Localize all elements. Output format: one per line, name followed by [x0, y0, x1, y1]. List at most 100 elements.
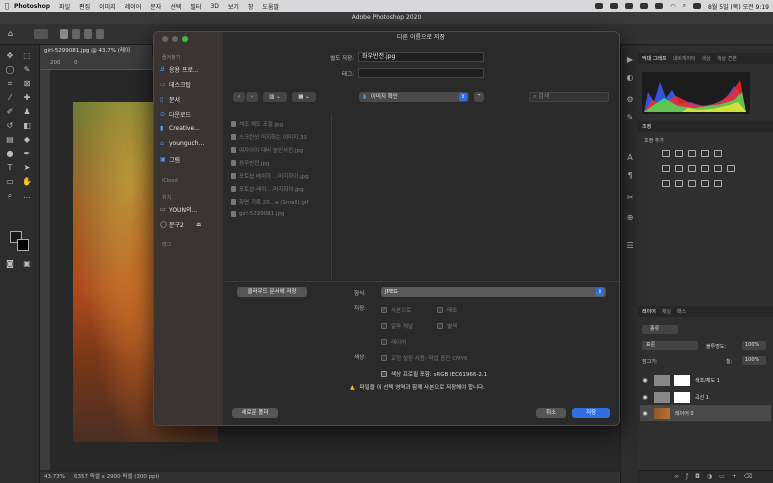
group-icon[interactable]: ▭ [719, 473, 732, 480]
dodge-tool-icon[interactable]: ● [4, 149, 16, 159]
sidebar-item-pictures[interactable]: ▣ 그림 [160, 155, 180, 164]
blur-tool-icon[interactable]: ◆ [21, 135, 33, 145]
document-tab[interactable]: girl-5299081.jpg @ 43.7% (레이 [40, 45, 152, 57]
spot-colors-checkbox[interactable]: 별색 [437, 322, 457, 330]
adjustment-layer-icon[interactable]: ◑ [707, 473, 719, 480]
crop-tool-icon[interactable]: ⌗ [4, 79, 16, 89]
eye-icon[interactable]: ◉ [640, 394, 650, 401]
sidebar-item-creative[interactable]: ▮ Creative... [160, 125, 200, 132]
layers-checkbox[interactable]: 레이어 [381, 338, 406, 346]
tools-preset-icon[interactable]: ✂ [624, 193, 636, 203]
layer-row-selected[interactable]: ◉ 레이어 0 [640, 405, 771, 421]
tab-adjustments[interactable]: 조정 [642, 123, 651, 130]
tags-field[interactable] [358, 68, 484, 78]
tool-preset-picker[interactable] [34, 29, 48, 39]
menu-window[interactable]: 창 [248, 2, 254, 11]
menu-layer[interactable]: 레이어 [125, 2, 142, 11]
fx-icon[interactable]: ƒ [686, 473, 695, 480]
embed-icc-checkbox[interactable]: 색상 프로필 포함: sRGB IEC61966-2.1 [381, 370, 487, 378]
paragraph-panel-icon[interactable]: ¶ [624, 171, 636, 181]
status-icon[interactable] [595, 3, 604, 9]
selective-color-icon[interactable] [714, 180, 722, 187]
sidebar-item-desktop[interactable]: ▭ 데스크탑 [160, 80, 191, 89]
background-color-swatch[interactable] [17, 239, 29, 251]
menu-filter[interactable]: 필터 [190, 2, 201, 11]
file-item[interactable]: 화면 기록 20...ə (Small).gif [231, 198, 308, 206]
pen-tool-icon[interactable]: ✒ [21, 149, 33, 159]
tab-navigator[interactable]: 내비게이터 [673, 55, 696, 62]
frame-tool-icon[interactable]: ⊠ [21, 79, 33, 89]
zoom-tool-icon[interactable]: ⌕ [4, 191, 16, 201]
properties-panel-icon[interactable]: ⚙ [624, 95, 636, 105]
format-select[interactable]: JPEG ⇕ [381, 287, 606, 297]
menu-image[interactable]: 이미지 [99, 2, 116, 11]
menu-select[interactable]: 선택 [170, 2, 181, 11]
history-panel-icon[interactable]: ▶ [624, 55, 636, 65]
libraries-panel-icon[interactable]: ☰ [624, 241, 636, 251]
quick-select-tool-icon[interactable]: ✎ [21, 65, 33, 75]
save-button[interactable]: 저장 [572, 408, 610, 418]
more-tools-icon[interactable]: … [21, 191, 33, 201]
healing-tool-icon[interactable]: ✚ [21, 93, 33, 103]
quick-mask-icon[interactable]: ◙ [4, 259, 16, 269]
blend-mode-select[interactable]: 표준 [642, 341, 698, 350]
forward-button[interactable]: › [246, 92, 258, 102]
tab-color[interactable]: 색상 [702, 55, 711, 62]
trash-icon[interactable]: ⌫ [744, 473, 759, 480]
menu-type[interactable]: 문자 [150, 2, 161, 11]
gradient-tool-icon[interactable]: ▤ [4, 135, 16, 145]
battery-icon[interactable] [655, 3, 664, 9]
search-field[interactable]: ⌕ 검색 [529, 92, 609, 102]
history-brush-tool-icon[interactable]: ↺ [4, 121, 16, 131]
save-to-cloud-button[interactable]: 클라우드 문서에 저장 [237, 287, 307, 297]
hand-tool-icon[interactable]: ✋ [21, 177, 33, 187]
close-window-button[interactable] [162, 36, 168, 42]
alpha-channels-checkbox[interactable]: 알파 채널 [381, 322, 413, 330]
new-selection-icon[interactable] [60, 29, 68, 39]
view-columns-button[interactable]: ▥ ⌄ [263, 92, 287, 102]
posterize-icon[interactable] [675, 180, 683, 187]
tab-channels[interactable]: 채널 [662, 308, 671, 315]
layer-row[interactable]: ◉ 색조/채도 1 [640, 372, 771, 388]
vibrance-icon[interactable] [714, 150, 722, 157]
tab-paths[interactable]: 패스 [677, 308, 686, 315]
clock[interactable]: 8월 5일 (목) 오전 9:19 [708, 2, 769, 11]
cancel-button[interactable]: 취소 [536, 408, 566, 418]
new-folder-button[interactable]: 새로운 폴더 [232, 408, 278, 418]
input-source-icon[interactable] [640, 3, 649, 9]
hue-saturation-icon[interactable] [662, 165, 670, 172]
eye-icon[interactable]: ◉ [640, 377, 650, 384]
character-panel-icon[interactable]: A [624, 153, 636, 163]
eyedropper-tool-icon[interactable]: ⁄ [4, 93, 16, 103]
curves-icon[interactable] [688, 150, 696, 157]
fill-field[interactable]: 100% [742, 356, 766, 365]
search-icon[interactable]: ⌕ [683, 2, 686, 10]
sidebar-item-documents[interactable]: ▯ 문서 [160, 95, 180, 104]
lasso-tool-icon[interactable]: ◯ [4, 65, 16, 75]
filename-field[interactable]: 좌우반전.jpg [358, 52, 484, 62]
clone-source-icon[interactable]: ⊕ [624, 213, 636, 223]
sidebar-item-applications[interactable]: Ꭿ 응용 프로... [160, 65, 199, 75]
control-center-icon[interactable] [692, 3, 701, 9]
color-lookup-icon[interactable] [727, 165, 735, 172]
subtract-selection-icon[interactable] [84, 29, 92, 39]
file-item[interactable]: 포토샵-래이 ...머지하이.jpg [231, 185, 304, 193]
menu-help[interactable]: 도움말 [262, 2, 279, 11]
shape-tool-icon[interactable]: ▭ [4, 177, 16, 187]
stamp-tool-icon[interactable]: ♟ [21, 107, 33, 117]
eject-icon[interactable]: ⏏ [196, 221, 202, 228]
brightness-icon[interactable] [662, 150, 670, 157]
exposure-icon[interactable] [701, 150, 709, 157]
menu-edit[interactable]: 편집 [79, 2, 90, 11]
layer-kind-filter[interactable]: 종류 [642, 325, 678, 334]
navigator-panel-icon[interactable]: ◐ [624, 73, 636, 83]
as-copy-checkbox[interactable]: ✓ 사본으로 [381, 306, 411, 314]
file-item[interactable]: 색조 채도 조절.jpg [231, 120, 283, 128]
sidebar-item-home[interactable]: ⌂ younguch... [160, 140, 204, 147]
new-layer-icon[interactable]: + [732, 473, 744, 480]
tab-swatches[interactable]: 색상 견본 [717, 55, 737, 62]
app-menu[interactable]: Photoshop [14, 3, 50, 10]
file-item[interactable]: 포토샵 배치하 ...머지하이.jpg [231, 172, 309, 180]
notes-checkbox[interactable]: 메모 [437, 306, 457, 314]
file-item[interactable]: 여자아이 대비 높인사진.jpg [231, 146, 303, 154]
